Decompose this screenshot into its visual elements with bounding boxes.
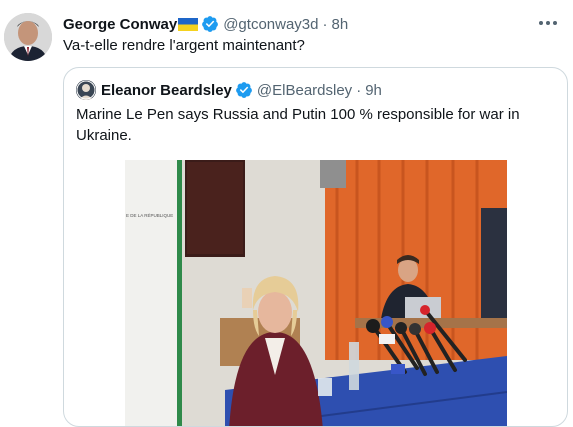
- quote-author-handle[interactable]: @ElBeardsley: [257, 82, 352, 99]
- wall-banner-text: E DE LA RÉPUBLIQUE: [126, 212, 173, 218]
- verified-badge-icon: [236, 82, 252, 98]
- quoted-tweet[interactable]: Eleanor Beardsley @ElBeardsley · 9h Mari…: [63, 67, 568, 427]
- more-options-button[interactable]: [535, 10, 561, 36]
- press-conference-photo[interactable]: E DE LA RÉPUBLIQUE: [125, 160, 507, 426]
- quote-timestamp[interactable]: 9h: [365, 82, 382, 99]
- quote-author-name[interactable]: Eleanor Beardsley: [101, 82, 232, 99]
- tweet[interactable]: George Conway @gtconway3d · 8h Va-t-elle…: [0, 0, 573, 427]
- author-avatar[interactable]: [4, 13, 52, 61]
- tweet-text: Va-t-elle rendre l'argent maintenant?: [63, 37, 305, 54]
- quote-header-separator: ·: [356, 81, 362, 99]
- author-avatar-image: [4, 13, 52, 61]
- quote-text: Marine Le Pen says Russia and Putin 100 …: [76, 106, 520, 144]
- header-separator: ·: [322, 15, 328, 33]
- quote-author-avatar[interactable]: [76, 80, 96, 100]
- author-handle[interactable]: @gtconway3d: [223, 16, 318, 33]
- more-dots-icon: [539, 21, 557, 25]
- verified-badge-icon: [202, 16, 219, 32]
- tweet-timestamp[interactable]: 8h: [331, 16, 348, 33]
- quote-avatar-image: [76, 80, 96, 100]
- press-conference-photo-image: E DE LA RÉPUBLIQUE: [125, 160, 507, 426]
- author-name[interactable]: George Conway: [63, 16, 177, 33]
- quote-header: Eleanor Beardsley @ElBeardsley · 9h: [101, 80, 382, 100]
- tweet-header: George Conway @gtconway3d · 8h: [63, 14, 348, 34]
- ukraine-flag-icon: [178, 17, 199, 31]
